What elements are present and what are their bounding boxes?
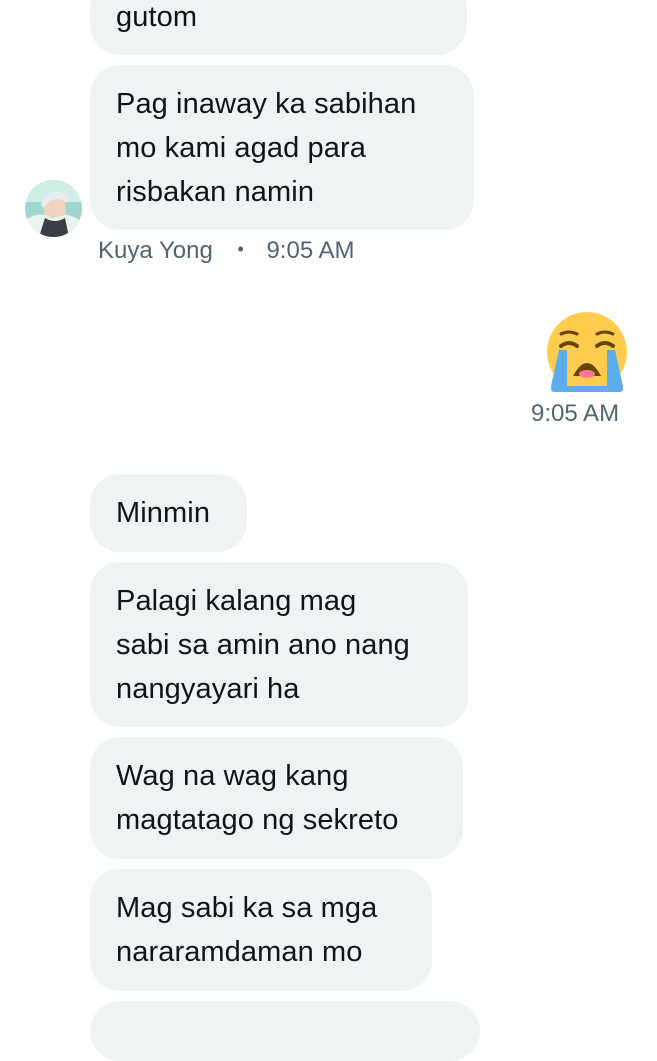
message-bubble[interactable]: Mag sabi ka sa mga nararamdaman mo (90, 869, 432, 991)
avatar[interactable] (25, 180, 82, 237)
sender-name[interactable]: Kuya Yong (98, 237, 213, 264)
loudly-crying-face-icon[interactable] (545, 312, 629, 396)
message-bubble[interactable]: gutom (90, 0, 467, 55)
message-bubble[interactable]: Palagi kalang mag sabi sa amin ano nang … (90, 562, 468, 727)
timestamp: 9:05 AM (531, 400, 620, 427)
emoji-svg (547, 312, 627, 392)
message-bubble[interactable] (90, 1001, 480, 1061)
meta-separator: • (237, 239, 244, 259)
timestamp: 9:05 AM (266, 237, 355, 264)
message-bubble[interactable]: Wag na wag kang magtatago ng sekreto (90, 737, 463, 859)
message-meta: Kuya Yong • 9:05 AM (98, 236, 355, 267)
message-bubble[interactable]: Pag inaway ka sabihan mo kami agad para … (90, 65, 474, 230)
avatar-image (25, 180, 82, 237)
message-bubble[interactable]: Minmin (90, 474, 247, 552)
